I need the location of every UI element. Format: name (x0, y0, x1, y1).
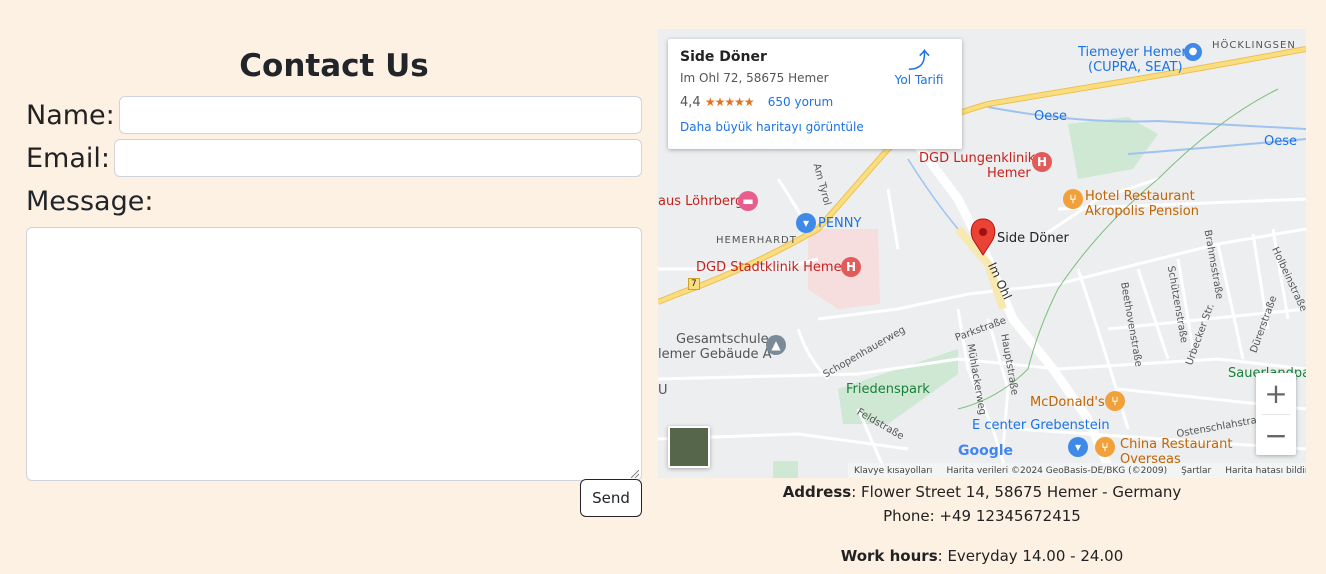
phone-line: Phone: +49 12345672415 (883, 507, 1081, 525)
map-label-friedenspark[interactable]: Friedenspark (846, 382, 930, 397)
directions-button[interactable]: ⤴ Yol Tarifi (892, 49, 946, 88)
map-label-china[interactable]: China Restaurant (1120, 437, 1232, 452)
road-number-7: 7 (688, 278, 700, 290)
map-label-mcdonalds[interactable]: McDonald's (1030, 395, 1105, 410)
shopping-bag-icon[interactable]: ● (1184, 43, 1202, 61)
reviews-link[interactable]: 650 yorum (768, 95, 833, 109)
map-label-tiemeyer-sub[interactable]: (CUPRA, SEAT) (1088, 60, 1183, 75)
map-label-lungenklinik-sub[interactable]: Hemer (987, 166, 1031, 181)
map-data-attribution: Harita verileri ©2024 GeoBasis-DE/BKG (©… (946, 465, 1168, 476)
map-label-hotel-sub[interactable]: Akropolis Pension (1085, 204, 1199, 219)
terms-link[interactable]: Şartlar (1181, 466, 1211, 476)
map-label-tiemeyer[interactable]: Tiemeyer Hemer (1078, 45, 1187, 60)
directions-icon: ⤴ (907, 49, 930, 74)
hospital-icon-2[interactable]: H (841, 257, 861, 277)
restaurant-icon-2[interactable]: ⑂ (1095, 437, 1115, 457)
shopping-cart-icon-2[interactable]: ▾ (1068, 437, 1088, 457)
work-hours-line: Work hours: Everyday 14.00 - 24.00 (658, 547, 1306, 565)
message-textarea[interactable] (26, 227, 642, 481)
address-line: Address: Flower Street 14, 58675 Hemer -… (658, 483, 1306, 501)
rating-value: 4,4 (680, 95, 701, 110)
map-label-oese-2: Oese (1264, 134, 1298, 149)
report-error-link[interactable]: Harita hatası bildirin (1225, 466, 1306, 476)
map-label-side-doner[interactable]: Side Döner (997, 231, 1069, 246)
name-row: Name: (26, 95, 642, 135)
hotel-icon[interactable]: ▬ (738, 191, 758, 211)
place-info-card: Side Döner Im Ohl 72, 58675 Hemer 4,4 ★★… (668, 39, 962, 149)
star-rating-icon: ★★★★★ (704, 95, 755, 109)
email-label: Email: (26, 142, 111, 174)
map-label-lungenklinik[interactable]: DGD Lungenklinik (919, 151, 1035, 166)
contact-form: Contact Us Name: Email: Message: Send (26, 40, 642, 517)
map-label-gesamtschule-sub[interactable]: lemer Gebäude A (658, 347, 772, 362)
map-label-u: U (658, 383, 668, 398)
satellite-toggle-button[interactable] (668, 426, 710, 468)
email-input[interactable] (114, 139, 642, 177)
school-icon[interactable]: ▲ (766, 335, 786, 355)
map-label-stadtklinik[interactable]: DGD Stadtklinik Hemer (696, 260, 847, 275)
map-label-oese-1: Oese (1034, 109, 1068, 124)
map-label-ecenter[interactable]: E center Grebenstein (972, 418, 1110, 433)
map-label-hocklingsen: HÖCKLINGSEN (1212, 40, 1296, 51)
map-label-penny[interactable]: PENNY (818, 216, 861, 231)
embedded-map[interactable]: Tiemeyer Hemer (CUPRA, SEAT) ● HÖCKLINGS… (658, 29, 1306, 478)
name-label: Name: (26, 99, 115, 131)
zoom-in-button[interactable]: + (1256, 373, 1296, 414)
work-hours-value: : Everyday 14.00 - 24.00 (937, 547, 1124, 565)
directions-label: Yol Tarifi (894, 73, 944, 87)
work-hours-label: Work hours (840, 547, 938, 565)
zoom-out-button[interactable]: − (1256, 415, 1296, 456)
page-title: Contact Us (239, 48, 429, 84)
map-label-hemerhardt: HEMERHARDT (716, 235, 797, 246)
resize-grip-icon[interactable] (631, 470, 639, 478)
address-value: : Flower Street 14, 58675 Hemer - German… (851, 483, 1182, 501)
name-input[interactable] (118, 96, 642, 134)
send-button[interactable]: Send (580, 479, 642, 517)
hospital-icon[interactable]: H (1032, 152, 1052, 172)
address-label: Address (782, 483, 852, 501)
map-label-hotel[interactable]: Hotel Restaurant (1085, 189, 1195, 204)
view-larger-map-link[interactable]: Daha büyük haritayı görüntüle (680, 120, 950, 134)
zoom-controls: + − (1256, 373, 1296, 455)
fast-food-icon[interactable]: ⑂ (1105, 391, 1125, 411)
place-rating-row: 4,4 ★★★★★ 650 yorum (680, 95, 950, 110)
map-label-gesamtschule[interactable]: Gesamtschule (676, 332, 769, 347)
google-logo-text: Google (958, 443, 1014, 459)
restaurant-icon[interactable]: ⑂ (1063, 189, 1083, 209)
shopping-cart-icon[interactable]: ▾ (796, 213, 816, 233)
keyboard-shortcuts-link[interactable]: Klavye kısayolları (854, 466, 932, 476)
email-row: Email: (26, 138, 642, 178)
google-logo: Google (958, 443, 1013, 459)
map-label-lohrberg[interactable]: aus Löhrberg (658, 194, 743, 209)
map-footer: Klavye kısayolları Harita verileri ©2024… (848, 463, 1306, 478)
message-label: Message: (26, 186, 154, 217)
